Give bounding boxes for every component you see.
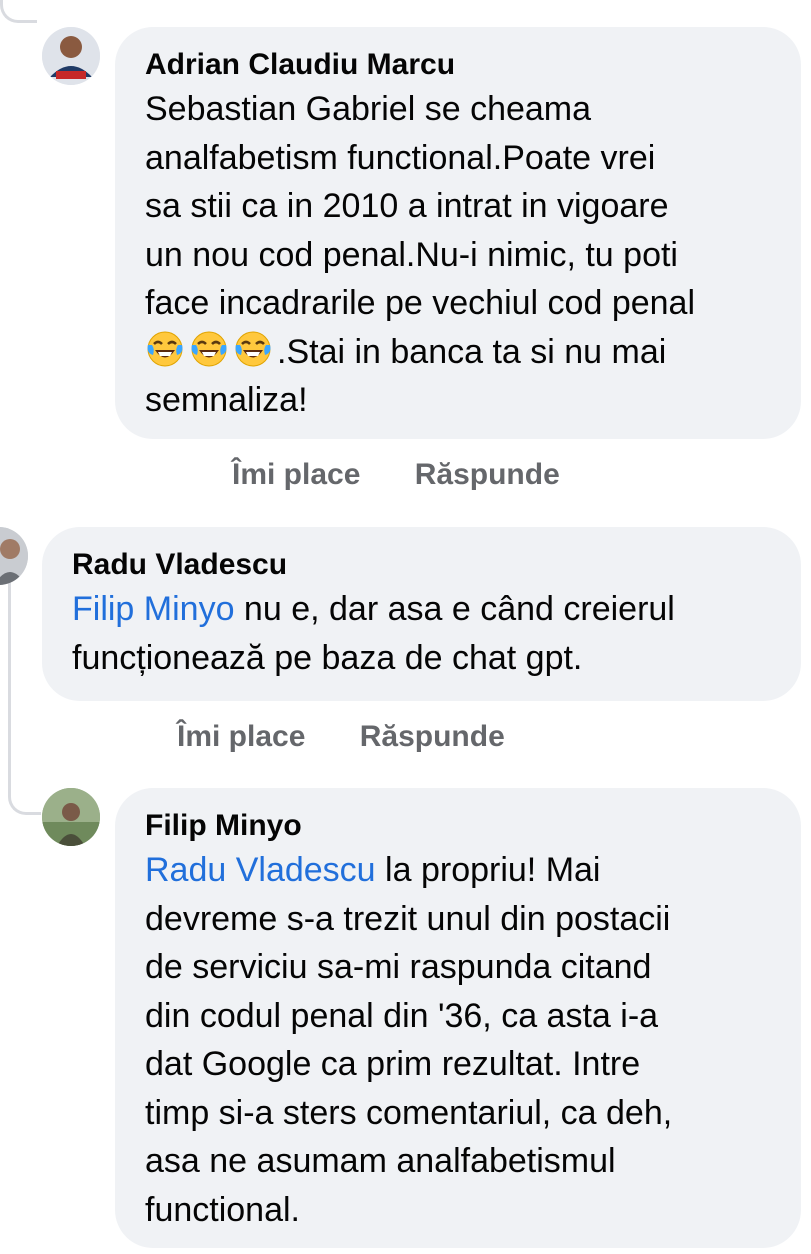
reply-button[interactable]: Răspunde <box>415 458 560 492</box>
comment-line: un nou cod penal.Nu-i nimic, tu poti <box>145 235 678 274</box>
profile-photo-icon <box>42 788 100 846</box>
like-button[interactable]: Îmi place <box>232 458 360 492</box>
face-with-tears-of-joy-icon <box>235 331 271 366</box>
comment-author[interactable]: Filip Minyo <box>145 808 771 844</box>
comment-line-text: nu e, dar asa e când creierul <box>234 590 675 628</box>
comment-line: analfabetism functional.Poate vrei <box>145 138 656 177</box>
comment-line: asa ne asumam analfabetismul <box>145 1142 616 1180</box>
comment-line: devreme s-a trezit unul din postacii <box>145 899 671 938</box>
comment-author[interactable]: Radu Vladescu <box>72 547 771 583</box>
comment-line: dat Google ca prim rezultat. Intre <box>145 1045 641 1083</box>
comment-line: Radu Vladescu la propriu! Mai <box>145 846 771 895</box>
thread-line-top <box>0 0 37 23</box>
comment-line: functional. <box>145 1190 300 1229</box>
face-with-tears-of-joy-icon <box>147 331 183 366</box>
comment-line: funcționează pe baza de chat gpt. <box>72 638 583 677</box>
comment-line-text: .Stai in banca ta si nu mai <box>277 332 667 371</box>
avatar[interactable] <box>42 788 100 846</box>
reply-button[interactable]: Răspunde <box>360 720 505 754</box>
comment-line: .Stai in banca ta si nu mai <box>145 328 771 377</box>
comment-actions: Îmi place Răspunde <box>177 720 505 754</box>
face-with-tears-of-joy-icon <box>191 331 227 366</box>
comment-line: Sebastian Gabriel se cheama <box>145 90 592 128</box>
comment-line: face incadrarile pe vechiul cod penal <box>145 284 696 322</box>
avatar[interactable] <box>42 27 100 85</box>
comment-line: Filip Minyo nu e, dar asa e când creieru… <box>72 585 771 634</box>
profile-photo-icon <box>42 27 100 85</box>
mention-link[interactable]: Filip Minyo <box>72 590 234 628</box>
comment-bubble: Adrian Claudiu Marcu Sebastian Gabriel s… <box>115 27 801 439</box>
comment-author[interactable]: Adrian Claudiu Marcu <box>145 47 771 83</box>
comment-text: Radu Vladescu la propriu! Mai devreme s-… <box>145 846 771 1234</box>
like-button[interactable]: Îmi place <box>177 720 305 754</box>
comment-line: de serviciu sa-mi raspunda citand <box>145 948 652 986</box>
comment-line: din codul penal din '36, ca asta i-a <box>145 996 659 1035</box>
comment-line: timp si-a sters comentariul, ca deh, <box>145 1093 673 1132</box>
comment-line: sa stii ca in 2010 a intrat in vigoare <box>145 187 669 225</box>
thread-line-middle <box>8 560 41 815</box>
comment-actions: Îmi place Răspunde <box>232 458 560 492</box>
comment-line: semnaliza! <box>145 381 308 419</box>
comment-bubble: Filip Minyo Radu Vladescu la propriu! Ma… <box>115 788 801 1248</box>
comment-text: Filip Minyo nu e, dar asa e când creieru… <box>72 585 771 682</box>
comment-line-text: la propriu! Mai <box>375 851 601 889</box>
comment-text: Sebastian Gabriel se cheama analfabetism… <box>145 85 771 425</box>
mention-link[interactable]: Radu Vladescu <box>145 851 376 889</box>
comment-bubble: Radu Vladescu Filip Minyo nu e, dar asa … <box>42 527 801 701</box>
